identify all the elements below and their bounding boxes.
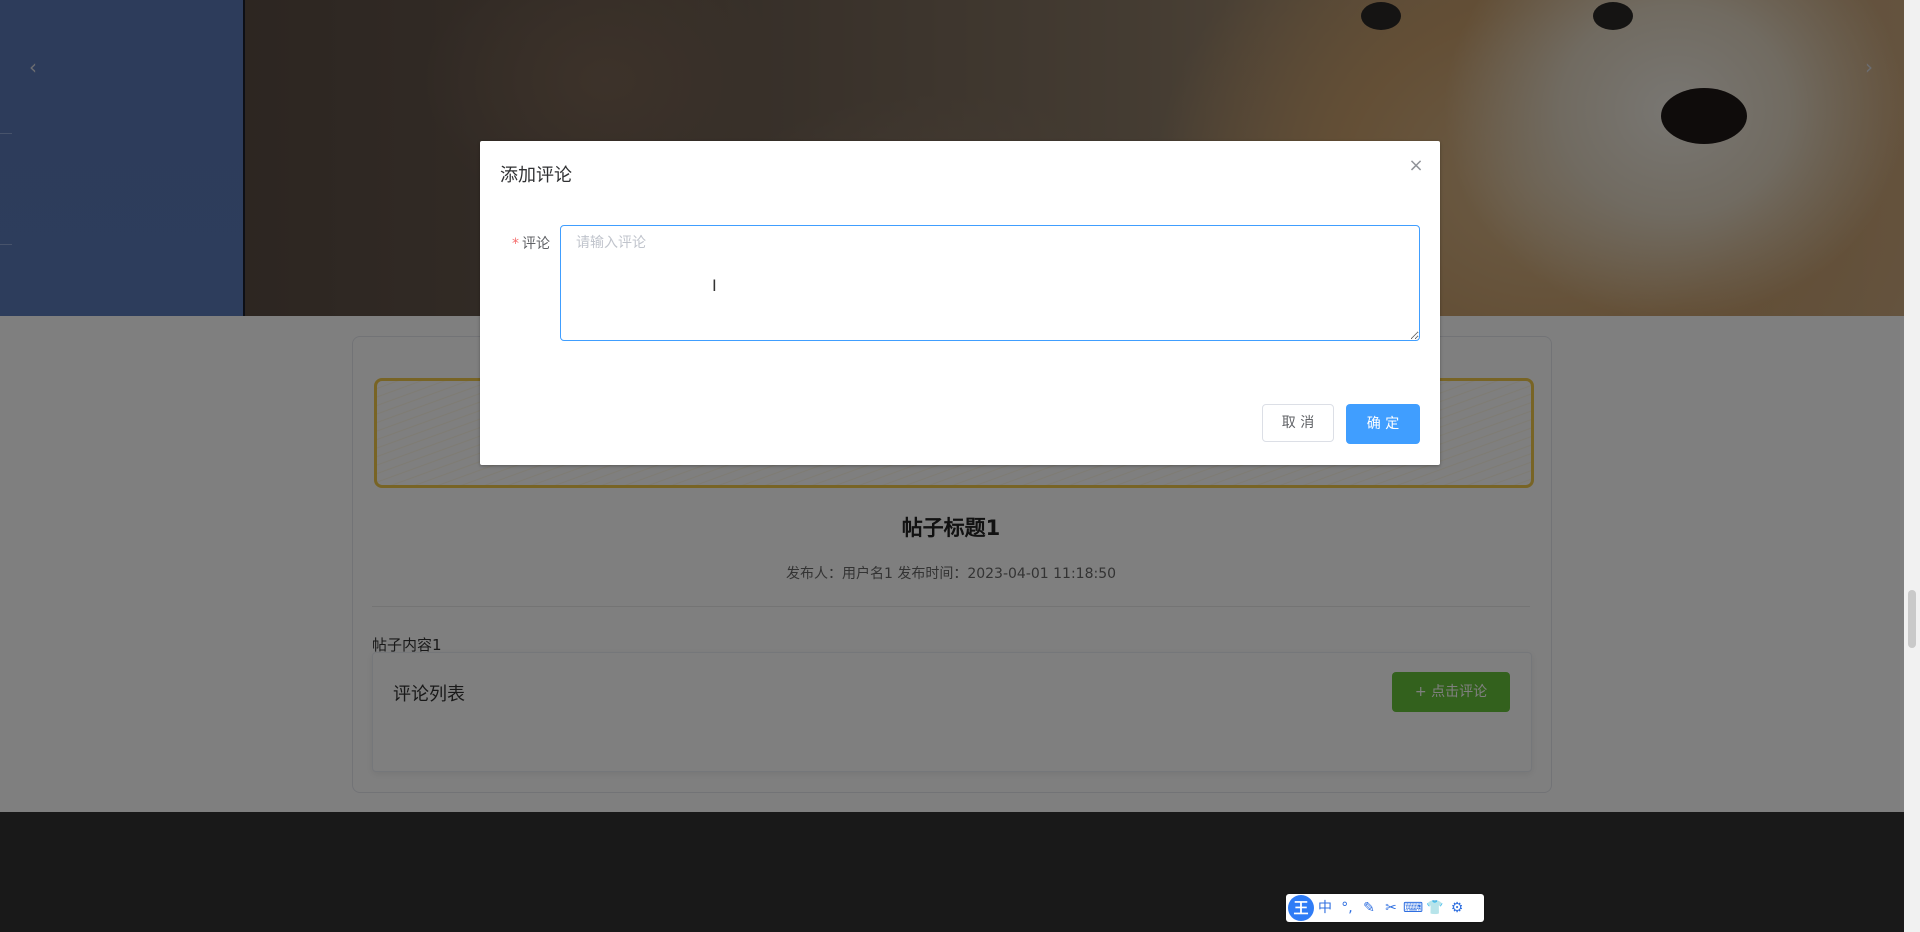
page: ‹ › 帖子标题1 发布人：用户名1 发布时间：2023-04-01 11:18… [0, 0, 1904, 932]
ime-settings-icon[interactable]: ⚙ [1446, 894, 1468, 922]
scrollbar-track[interactable] [1904, 0, 1920, 932]
modal-overlay[interactable] [0, 0, 1904, 932]
ime-handwriting-icon[interactable]: ✎ [1358, 894, 1380, 922]
cancel-button[interactable]: 取 消 [1262, 404, 1334, 442]
close-icon[interactable]: × [1405, 155, 1427, 177]
add-comment-dialog: 添加评论 × *评论 取 消 确 定 [480, 141, 1440, 465]
comment-label: * 评论 [500, 233, 550, 253]
text-cursor-icon: I [712, 276, 717, 295]
ime-punctuation-icon[interactable]: °, [1336, 894, 1358, 922]
ime-skin-icon[interactable]: 👕 [1424, 894, 1446, 922]
ime-logo-icon[interactable]: 王 [1288, 895, 1314, 921]
scrollbar-thumb[interactable] [1908, 590, 1916, 648]
dialog-title: 添加评论 [500, 165, 572, 186]
comment-textarea[interactable] [560, 225, 1420, 341]
ime-screenshot-icon[interactable]: ✂ [1380, 894, 1402, 922]
ime-chinese-mode-icon[interactable]: 中 [1314, 894, 1336, 922]
required-mark: * [512, 236, 519, 252]
ime-keyboard-icon[interactable]: ⌨ [1402, 894, 1424, 922]
ime-toolbar: 王 中 °, ✎ ✂ ⌨ 👕 ⚙ [1286, 894, 1484, 922]
confirm-button[interactable]: 确 定 [1346, 404, 1420, 444]
comment-label-text: 评论 [522, 236, 550, 252]
